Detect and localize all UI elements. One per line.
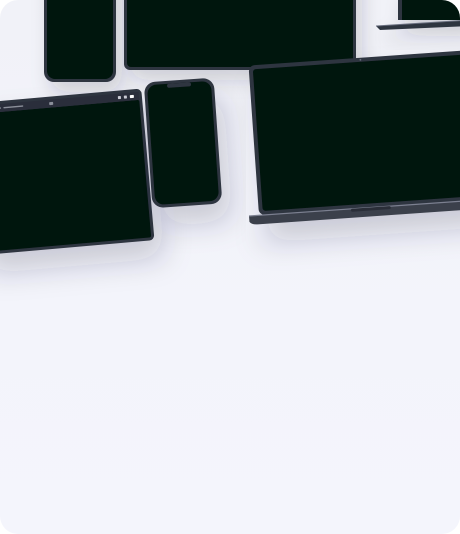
device-mockup-illustration [0,0,460,256]
menu-icon [129,94,134,99]
tabs-icon [123,95,127,99]
laptop-top-right [375,0,460,30]
tablet-left [0,89,155,256]
plus-icon [117,95,121,100]
phone-top-left [44,0,116,82]
laptop-right [248,50,460,225]
device-mockup-card [0,0,460,534]
share-icon [49,101,54,106]
tablet-top-center [124,0,356,70]
phone-center [144,78,222,208]
